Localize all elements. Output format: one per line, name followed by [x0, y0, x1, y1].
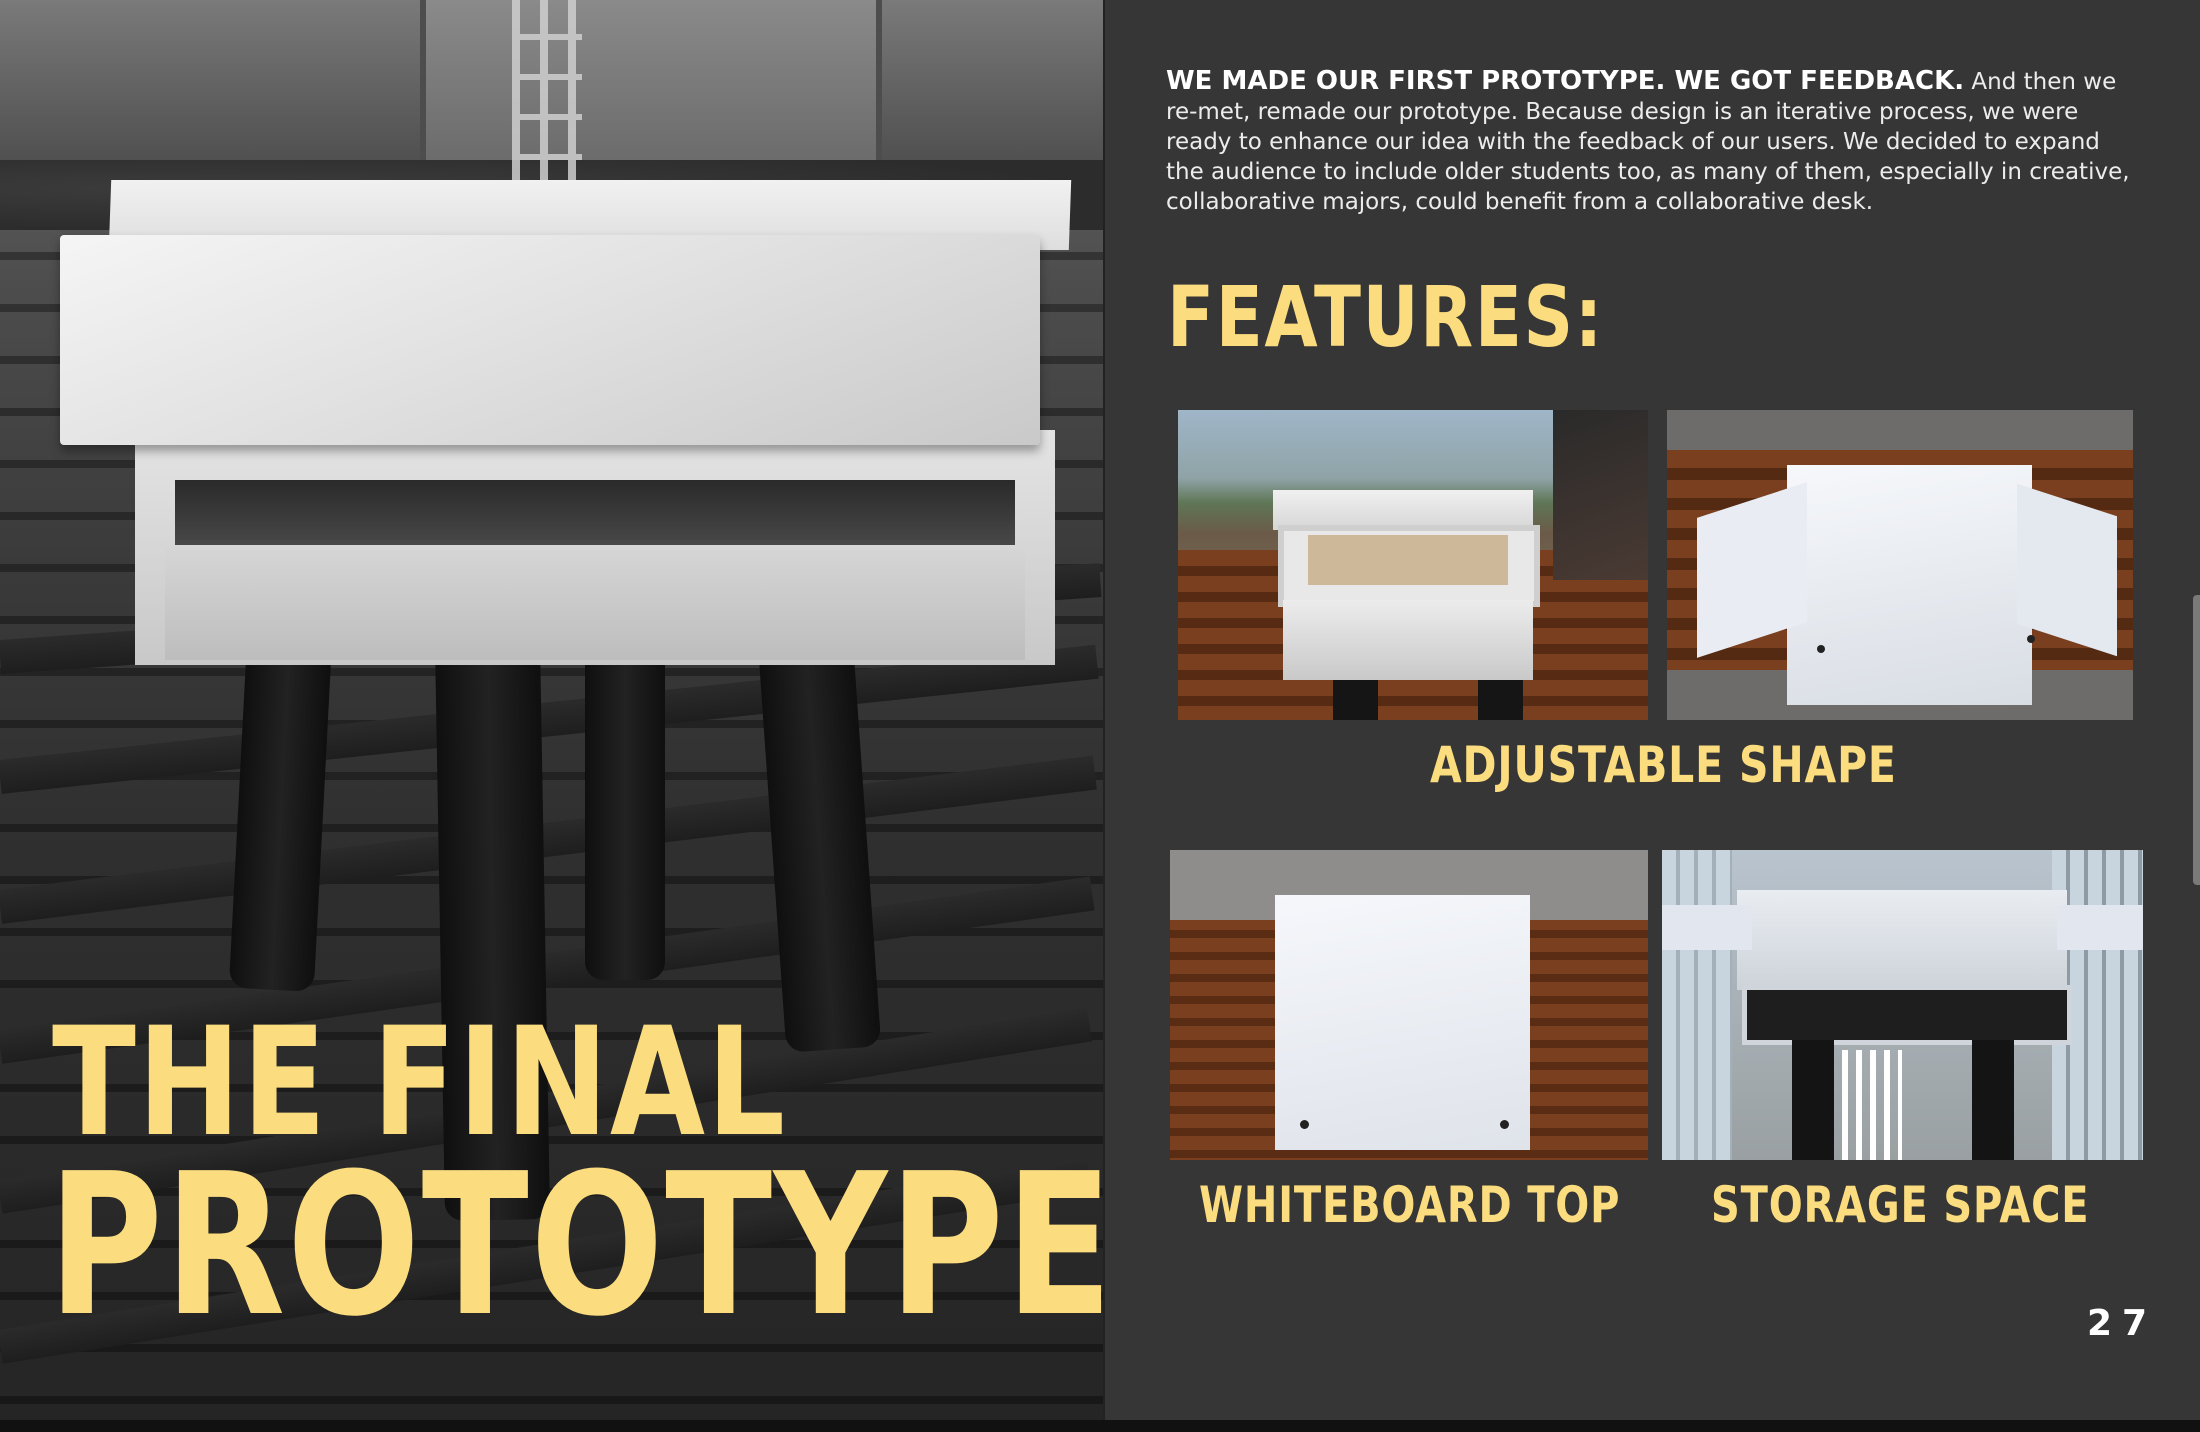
- desk-top-box: [60, 235, 1040, 445]
- desk-storage-opening: [175, 480, 1015, 550]
- magazine-spread: THE FINAL PROTOTYPE WE MADE OUR FIRST PR…: [0, 0, 2200, 1420]
- feature-photo-storage: [1662, 850, 2143, 1160]
- intro-lead: WE MADE OUR FIRST PROTOTYPE. WE GOT FEED…: [1166, 66, 1965, 96]
- background-trellis: [512, 0, 582, 200]
- feature-photo-box-desk: [1178, 410, 1648, 720]
- feature-label-storage-space: STORAGE SPACE: [1711, 1176, 2090, 1234]
- feature-label-whiteboard-top: WHITEBOARD TOP: [1199, 1176, 1621, 1234]
- bottom-edge: [0, 1420, 2200, 1432]
- intro-paragraph: WE MADE OUR FIRST PROTOTYPE. WE GOT FEED…: [1166, 66, 2136, 217]
- next-page-edge: [2193, 595, 2200, 885]
- feature-photo-whiteboard: [1170, 850, 1648, 1160]
- background-building: [420, 0, 882, 170]
- bench-slat: [0, 644, 1099, 794]
- left-page-photo: THE FINAL PROTOTYPE: [0, 0, 1103, 1420]
- feature-label-adjustable-shape: ADJUSTABLE SHAPE: [1430, 736, 1897, 794]
- right-page: WE MADE OUR FIRST PROTOTYPE. WE GOT FEED…: [1103, 0, 2200, 1420]
- desk-storage-shelf: [165, 545, 1025, 660]
- features-heading: FEATURES:: [1167, 268, 1604, 366]
- page-number: 27: [2087, 1303, 2158, 1344]
- feature-photo-open-flaps: [1667, 410, 2133, 720]
- title-line-2: PROTOTYPE: [48, 1132, 1103, 1360]
